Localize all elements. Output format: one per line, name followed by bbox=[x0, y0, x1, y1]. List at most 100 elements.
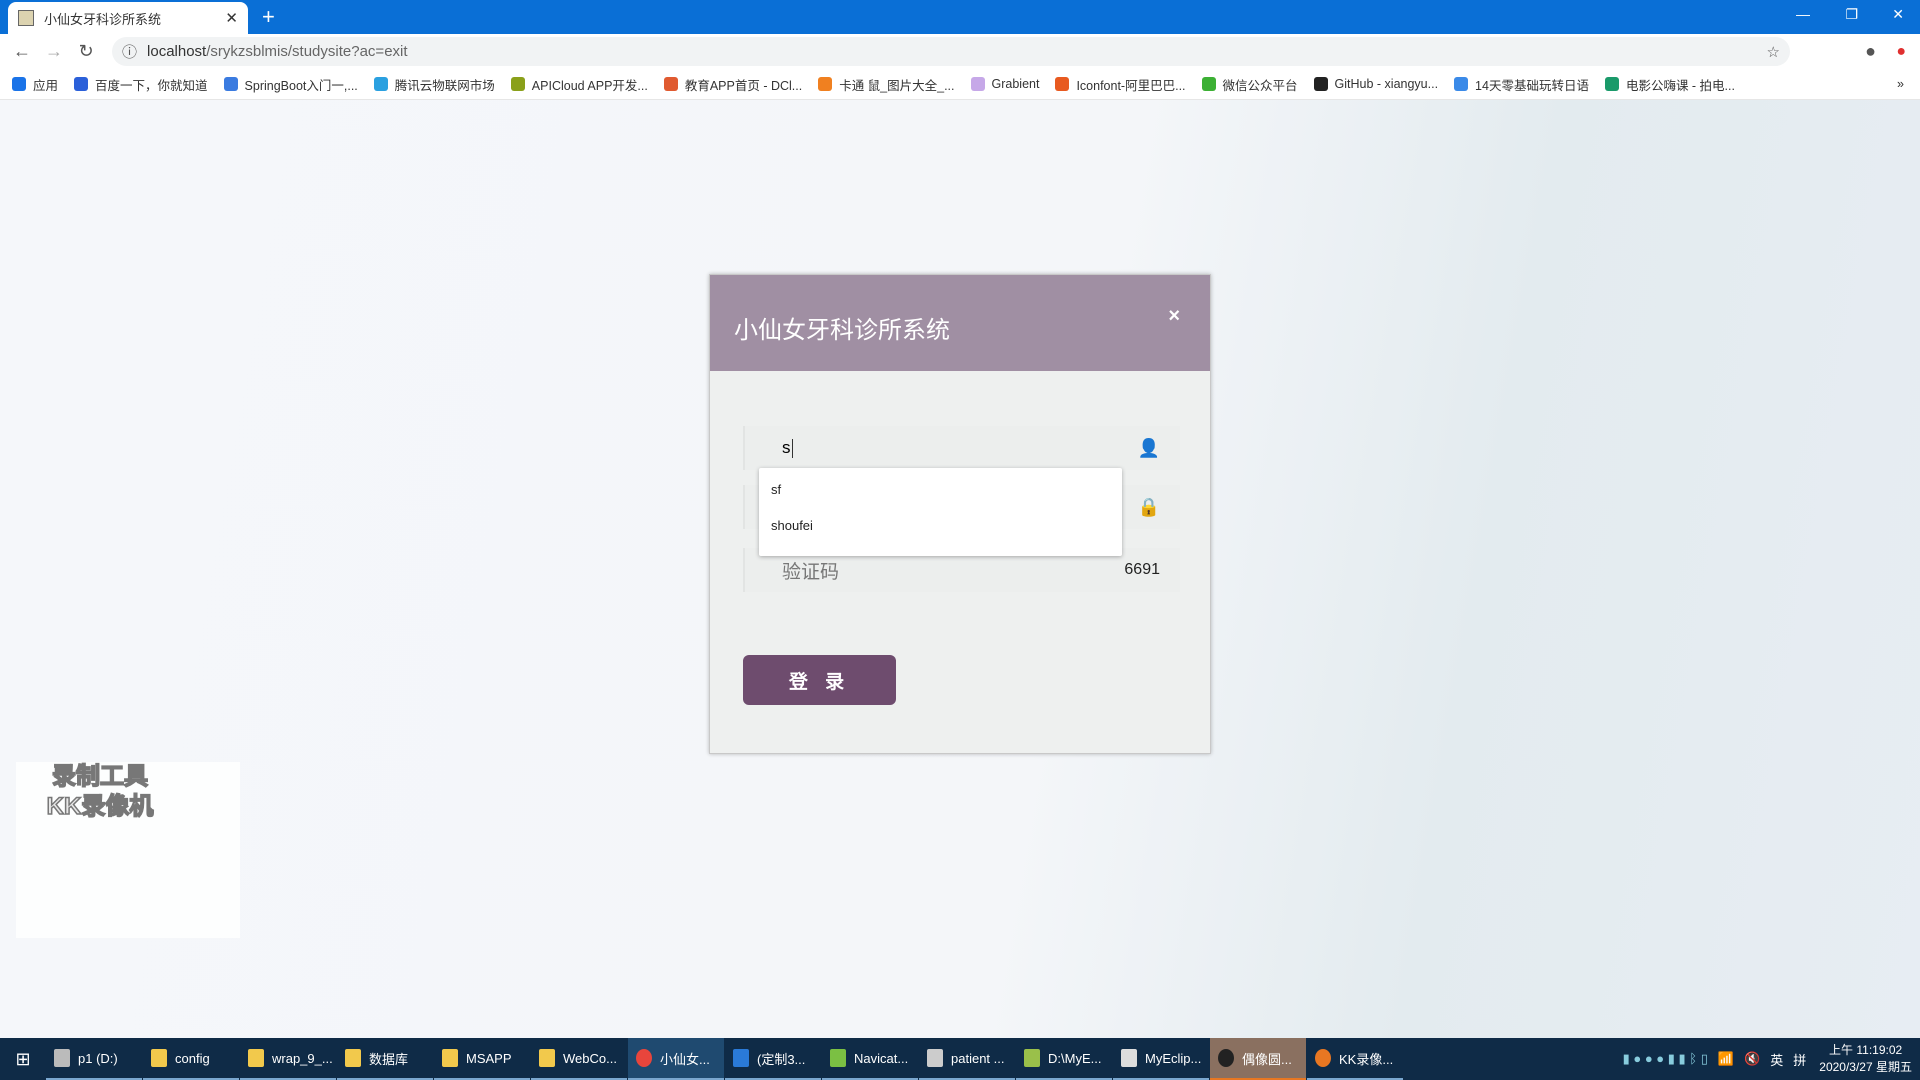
start-button[interactable]: ⊞ bbox=[0, 1049, 46, 1070]
app-icon bbox=[636, 1049, 652, 1067]
more-bookmarks-button[interactable]: » bbox=[1897, 77, 1904, 91]
profile-icon[interactable]: ● bbox=[1865, 41, 1876, 62]
network-icon[interactable]: 📶 bbox=[1718, 1051, 1734, 1067]
app-icon bbox=[1024, 1049, 1040, 1067]
bookmark-item[interactable]: Grabient bbox=[970, 77, 1039, 91]
new-tab-button[interactable]: + bbox=[262, 4, 275, 30]
bookmarks-bar: 应用 百度一下，你就知道 SpringBoot入门一,... 腾讯云物联网市场 APIC… bbox=[0, 69, 1920, 100]
login-button[interactable]: 登 录 bbox=[743, 655, 896, 705]
taskbar-item[interactable]: 数据库 bbox=[337, 1038, 433, 1080]
bookmark-item[interactable]: SpringBoot入门一,... bbox=[223, 75, 358, 94]
reload-icon[interactable]: ↻ bbox=[70, 41, 102, 62]
minimize-button[interactable]: — bbox=[1796, 6, 1810, 22]
lock-icon: 🔒 bbox=[1137, 496, 1160, 517]
info-icon[interactable]: ⓘ bbox=[122, 41, 137, 62]
app-icon bbox=[1121, 1049, 1137, 1067]
taskbar-label: 数据库 bbox=[369, 1051, 409, 1067]
bookmark-item[interactable]: 应用 bbox=[12, 75, 58, 94]
favicon-icon bbox=[18, 10, 34, 26]
suggestion-item[interactable]: sf bbox=[759, 472, 1122, 508]
taskbar-label: KK录像... bbox=[1339, 1051, 1394, 1067]
volume-icon[interactable]: 🔇 bbox=[1744, 1051, 1760, 1067]
dialog-header: 小仙女牙科诊所系统 × bbox=[710, 275, 1210, 371]
back-icon[interactable]: ← bbox=[6, 41, 38, 62]
app-icon bbox=[927, 1049, 943, 1067]
bookmark-item[interactable]: Iconfont-阿里巴巴... bbox=[1055, 75, 1186, 94]
user-icon: 👤 bbox=[1137, 437, 1160, 458]
bookmark-label: 微信公众平台 bbox=[1222, 78, 1298, 93]
bookmark-star-icon[interactable]: ☆ bbox=[1767, 43, 1780, 61]
taskbar-label: Navicat... bbox=[854, 1050, 909, 1066]
url-bar[interactable]: ⓘ localhost/srykzsblmis/studysite?ac=exi… bbox=[112, 37, 1790, 66]
bookmark-icon bbox=[1454, 77, 1469, 91]
taskbar-label: MyEclip... bbox=[1145, 1050, 1202, 1066]
close-icon[interactable]: × bbox=[1168, 305, 1180, 328]
system-tray: ▮ ● ● ● ▮ ▮ ᛒ ▯ 📶 🔇 英 拼 上午 11:19:02 2020… bbox=[1618, 1038, 1920, 1080]
clock[interactable]: 上午 11:19:02 2020/3/27 星期五 bbox=[1819, 1042, 1912, 1076]
tab-title: 小仙女牙科诊所系统 bbox=[44, 11, 162, 27]
app-icon bbox=[1218, 1049, 1234, 1067]
browser-tab[interactable]: 小仙女牙科诊所系统 ✕ bbox=[8, 2, 248, 34]
taskbar-item[interactable]: (定制3... bbox=[725, 1038, 821, 1080]
extension-icon[interactable]: ● bbox=[1896, 43, 1906, 61]
bookmark-item[interactable]: 14天零基础玩转日语 bbox=[1454, 75, 1589, 94]
taskbar-item[interactable]: patient ... bbox=[919, 1038, 1015, 1080]
close-window-button[interactable]: ✕ bbox=[1892, 6, 1904, 23]
bookmark-icon bbox=[1201, 77, 1216, 91]
clock-date: 2020/3/27 星期五 bbox=[1819, 1060, 1912, 1074]
bookmark-label: 卡通 鼠_图片大全_... bbox=[839, 78, 955, 93]
bookmark-item[interactable]: APICloud APP开发... bbox=[510, 75, 648, 94]
close-tab-icon[interactable]: ✕ bbox=[225, 9, 238, 27]
suggestion-item[interactable]: shoufei bbox=[759, 508, 1122, 544]
bookmark-label: Iconfont-阿里巴巴... bbox=[1076, 78, 1186, 93]
bookmark-item[interactable]: 百度一下，你就知道 bbox=[74, 75, 208, 94]
bookmark-label: 百度一下，你就知道 bbox=[95, 78, 208, 93]
taskbar-item[interactable]: config bbox=[143, 1038, 239, 1080]
bookmark-item[interactable]: GitHub - xiangyu... bbox=[1313, 77, 1438, 91]
captcha-placeholder: 验证码 bbox=[782, 561, 840, 583]
taskbar-item[interactable]: MSAPP bbox=[434, 1038, 530, 1080]
taskbar-label: (定制3... bbox=[757, 1051, 806, 1067]
bookmark-item[interactable]: 微信公众平台 bbox=[1201, 75, 1298, 94]
taskbar-item[interactable]: WebCo... bbox=[531, 1038, 627, 1080]
taskbar-label: config bbox=[175, 1050, 210, 1066]
taskbar-item[interactable]: KK录像... bbox=[1307, 1038, 1403, 1080]
captcha-code[interactable]: 6691 bbox=[1124, 561, 1160, 579]
bookmark-label: APICloud APP开发... bbox=[531, 78, 648, 93]
bookmark-icon bbox=[12, 77, 26, 91]
taskbar-label: p1 (D:) bbox=[78, 1050, 118, 1066]
taskbar: ⊞ p1 (D:) config wrap_9_... 数据库 MSAPP WebCo..… bbox=[0, 1038, 1920, 1080]
taskbar-item[interactable]: MyEclip... bbox=[1113, 1038, 1209, 1080]
bookmark-label: 教育APP首页 - DCl... bbox=[684, 78, 803, 93]
restore-button[interactable]: ❐ bbox=[1845, 6, 1858, 23]
ime-mode[interactable]: 拼 bbox=[1793, 1050, 1806, 1069]
taskbar-label: 偶像圆... bbox=[1242, 1051, 1292, 1067]
tab-strip: 小仙女牙科诊所系统 ✕ + — ❐ ✕ bbox=[0, 0, 1920, 34]
url-host: localhost bbox=[147, 43, 207, 60]
taskbar-label: 小仙女... bbox=[660, 1051, 710, 1067]
app-icon bbox=[442, 1049, 458, 1067]
taskbar-label: D:\MyE... bbox=[1048, 1050, 1102, 1066]
forward-icon[interactable]: → bbox=[38, 41, 70, 62]
bookmark-item[interactable]: 腾讯云物联网市场 bbox=[373, 75, 495, 94]
autocomplete-dropdown: sf shoufei bbox=[759, 468, 1122, 556]
taskbar-item[interactable]: p1 (D:) bbox=[46, 1038, 142, 1080]
bookmark-item[interactable]: 卡通 鼠_图片大全_... bbox=[818, 75, 955, 94]
bookmark-item[interactable]: 教育APP首页 - DCl... bbox=[663, 75, 803, 94]
bookmark-item[interactable]: 电影公嗨课 - 拍电... bbox=[1604, 75, 1735, 94]
bookmark-icon bbox=[510, 77, 525, 91]
tray-icons[interactable]: ▮ ● ● ● ▮ ▮ ᛒ ▯ bbox=[1623, 1051, 1708, 1067]
taskbar-item[interactable]: D:\MyE... bbox=[1016, 1038, 1112, 1080]
bookmark-label: SpringBoot入门一,... bbox=[244, 78, 358, 93]
address-row: ← → ↻ ⓘ localhost/srykzsblmis/studysite?… bbox=[0, 34, 1920, 69]
username-input[interactable]: s 👤 bbox=[743, 426, 1180, 470]
bookmark-label: 应用 bbox=[33, 78, 59, 93]
taskbar-item[interactable]: 小仙女... bbox=[628, 1038, 724, 1080]
taskbar-item[interactable]: wrap_9_... bbox=[240, 1038, 336, 1080]
taskbar-item[interactable]: Navicat... bbox=[822, 1038, 918, 1080]
ime-indicator[interactable]: 英 bbox=[1770, 1050, 1783, 1069]
bookmark-icon bbox=[970, 77, 985, 91]
bookmark-icon bbox=[663, 77, 678, 91]
bookmark-label: 电影公嗨课 - 拍电... bbox=[1625, 78, 1735, 93]
taskbar-item[interactable]: 偶像圆... bbox=[1210, 1038, 1306, 1080]
